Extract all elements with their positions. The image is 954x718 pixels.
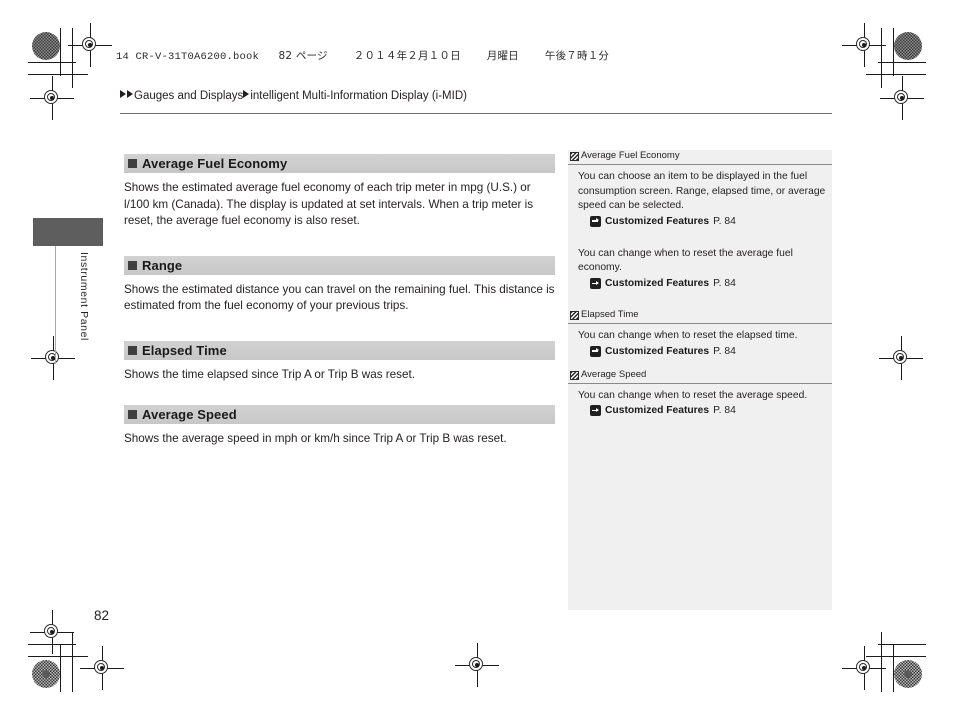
crop-mark-line: [60, 644, 61, 692]
cross-reference-page: P. 84: [713, 215, 736, 227]
reference-block-divider: [568, 164, 832, 165]
crop-mark-line: [28, 74, 88, 75]
registration-mark: [842, 646, 886, 690]
jump-arrow-icon: [590, 215, 601, 227]
section-heading-text: Average Fuel Economy: [142, 156, 288, 171]
reference-panel: Average Fuel Economy You can choose an i…: [568, 150, 832, 610]
crop-mark-line: [72, 28, 73, 88]
crop-mark-line: [881, 632, 882, 692]
registration-mark: [68, 23, 112, 67]
crop-mark-line: [893, 28, 894, 76]
section-body-range: Shows the estimated distance you can tra…: [124, 282, 555, 313]
breadcrumb: Gauges and Displays intelligent Multi-Inf…: [120, 90, 832, 102]
halftone-dot-patch: [32, 32, 60, 60]
reference-block-divider: [568, 322, 832, 324]
crop-mark-line: [881, 28, 882, 88]
crop-mark-line: [878, 644, 926, 645]
registration-mark: [30, 76, 74, 120]
halftone-target-patch: [894, 660, 922, 688]
section-heading-average-fuel-economy: Average Fuel Economy: [124, 154, 555, 173]
manual-page: 14 CR-V-31T0A6200.book 82 ページ ２０１４年２月１０日…: [0, 0, 954, 718]
reference-block-title-elapsed-time: Elapsed Time: [568, 309, 832, 321]
page-number: 82: [94, 608, 110, 623]
chevron-right-icon: [127, 90, 133, 98]
section-heading-text: Elapsed Time: [142, 342, 227, 358]
section-body-elapsed-time: Shows the time elapsed since Trip A or T…: [124, 367, 416, 381]
jump-arrow-icon: [590, 345, 601, 357]
book-time: 午後７時１分: [544, 50, 610, 62]
section-heading-text: Range: [142, 257, 183, 273]
jump-arrow-icon: [590, 405, 601, 417]
cross-reference-label: Customized Features: [605, 215, 710, 227]
chevron-right-icon: [120, 90, 126, 98]
registration-mark: [30, 610, 74, 654]
book-page-marker: 82 ページ: [278, 50, 328, 62]
reference-block-title-text: Elapsed Time: [581, 308, 639, 320]
book-date: ２０１４年２月１０日: [353, 50, 461, 62]
reference-block-title-average-fuel-economy: Average Fuel Economy: [568, 150, 832, 162]
reference-block-title-text: Average Speed: [581, 368, 647, 380]
square-bullet-icon: [128, 345, 137, 355]
cross-reference-label: Customized Features: [605, 405, 710, 417]
section-heading-average-speed: Average Speed: [124, 405, 555, 424]
cross-reference-page: P. 84: [713, 405, 736, 417]
reference-block-title-average-speed: Average Speed: [568, 369, 832, 381]
registration-mark: [880, 76, 924, 120]
cross-reference-page: P. 84: [713, 345, 736, 357]
cross-reference-link[interactable]: Customized Features P. 84: [568, 405, 832, 417]
registration-mark: [455, 643, 499, 687]
reference-block-body: You can change when to reset the average…: [578, 389, 808, 401]
crop-mark-line: [28, 62, 76, 63]
reference-block-title-text: Average Fuel Economy: [581, 150, 680, 161]
crop-mark-line: [866, 74, 926, 75]
breadcrumb-divider: [120, 113, 832, 114]
section-heading-elapsed-time: Elapsed Time: [124, 340, 555, 360]
reference-block-body: You can change when to reset the elapsed…: [578, 329, 798, 341]
thumb-tab-divider: [55, 246, 56, 364]
square-bullet-icon: [128, 260, 137, 270]
reference-block-body: You can choose an item to be displayed i…: [578, 171, 826, 212]
book-weekday: 月曜日: [486, 50, 519, 62]
section-body-average-speed: Shows the average speed in mph or km/h s…: [124, 432, 507, 445]
cross-reference-link[interactable]: Customized Features P. 84: [568, 345, 832, 357]
halftone-dot-patch: [894, 32, 922, 60]
book-file-name: 14 CR-V-31T0A6200.book: [116, 51, 260, 63]
halftone-target-patch: [32, 660, 60, 688]
crop-mark-line: [893, 644, 894, 692]
cross-reference-page: P. 84: [713, 277, 736, 289]
book-file-header: 14 CR-V-31T0A6200.book 82 ページ ２０１４年２月１０日…: [116, 48, 609, 63]
reference-block-divider: [568, 382, 832, 384]
crop-mark-line: [72, 632, 73, 692]
section-heading-text: Average Speed: [142, 407, 237, 422]
note-marker-icon: [570, 152, 579, 161]
chevron-right-icon: [243, 90, 250, 98]
cross-reference-link[interactable]: Customized Features P. 84: [568, 277, 832, 289]
thumb-tab-block: [33, 218, 103, 246]
note-marker-icon: [570, 370, 579, 380]
registration-mark: [31, 336, 75, 380]
crop-mark-line: [60, 28, 61, 76]
section-body-average-fuel-economy: Shows the estimated average fuel economy…: [124, 181, 534, 227]
breadcrumb-level-1[interactable]: Gauges and Displays: [134, 90, 243, 102]
square-bullet-icon: [128, 410, 137, 419]
main-content-column: Average Fuel Economy Shows the estimated…: [124, 154, 555, 448]
registration-mark: [879, 336, 923, 380]
square-bullet-icon: [128, 159, 137, 168]
crop-mark-line: [878, 62, 926, 63]
registration-mark: [80, 646, 124, 690]
note-marker-icon: [570, 310, 579, 320]
cross-reference-label: Customized Features: [605, 277, 710, 289]
breadcrumb-level-2[interactable]: intelligent Multi-Information Display (i…: [250, 90, 467, 102]
registration-mark: [842, 23, 886, 67]
cross-reference-link[interactable]: Customized Features P. 84: [568, 215, 832, 227]
jump-arrow-icon: [590, 277, 601, 289]
reference-block-body: You can change when to reset the average…: [578, 247, 793, 274]
cross-reference-label: Customized Features: [605, 345, 710, 357]
crop-mark-line: [28, 656, 88, 657]
thumb-tab-label: Instrument Panel: [78, 252, 90, 341]
section-heading-range: Range: [124, 255, 555, 275]
